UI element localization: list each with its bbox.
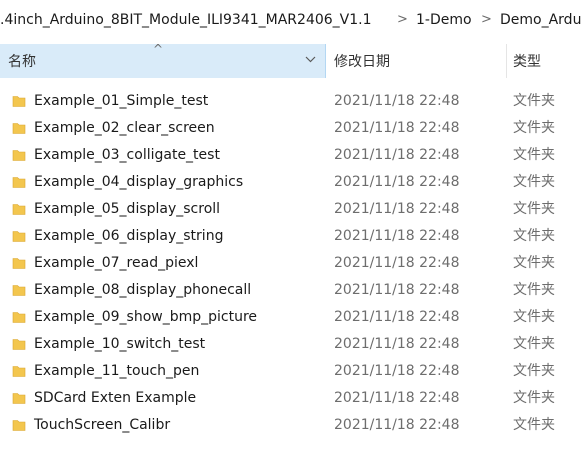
file-type: 文件夹 [513,255,555,271]
list-item[interactable]: Example_07_read_piexl 2021/11/18 22:48 文… [0,250,581,277]
file-date: 2021/11/18 22:48 [334,201,460,217]
file-type: 文件夹 [513,93,555,109]
folder-icon [12,339,26,350]
file-date: 2021/11/18 22:48 [334,255,460,271]
file-type: 文件夹 [513,174,555,190]
file-date: 2021/11/18 22:48 [334,309,460,325]
folder-icon [12,393,26,404]
file-name: Example_02_clear_screen [34,120,215,136]
folder-icon [12,150,26,161]
folder-icon [12,204,26,215]
breadcrumb-separator[interactable]: > [397,0,408,40]
file-name: Example_03_colligate_test [34,147,220,163]
column-header-date-label: 修改日期 [334,54,390,70]
list-item[interactable]: Example_03_colligate_test 2021/11/18 22:… [0,142,581,169]
file-type: 文件夹 [513,309,555,325]
folder-icon [12,177,26,188]
column-header-date[interactable]: 修改日期 [326,44,506,78]
file-name: Example_01_Simple_test [34,93,209,109]
file-name: Example_07_read_piexl [34,255,199,271]
file-date: 2021/11/18 22:48 [334,93,460,109]
folder-icon [12,312,26,323]
folder-icon [12,420,26,431]
folder-icon [12,285,26,296]
file-name: Example_06_display_string [34,228,224,244]
file-date: 2021/11/18 22:48 [334,363,460,379]
file-date: 2021/11/18 22:48 [334,417,460,433]
file-date: 2021/11/18 22:48 [334,120,460,136]
file-type: 文件夹 [513,363,555,379]
file-name: Example_04_display_graphics [34,174,244,190]
file-type: 文件夹 [513,228,555,244]
list-item[interactable]: Example_05_display_scroll 2021/11/18 22:… [0,196,581,223]
file-type: 文件夹 [513,120,555,136]
folder-icon [12,258,26,269]
file-name: Example_08_display_phonecall [34,282,252,298]
file-date: 2021/11/18 22:48 [334,282,460,298]
column-header-name[interactable]: ^ 名称 [0,42,326,78]
list-item[interactable]: Example_10_switch_test 2021/11/18 22:48 … [0,331,581,358]
file-name: Example_11_touch_pen [34,363,200,379]
folder-icon [12,123,26,134]
breadcrumb: .4inch_Arduino_8BIT_Module_ILI9341_MAR24… [0,0,581,40]
chevron-down-icon[interactable] [305,54,316,68]
list-item[interactable]: Example_04_display_graphics 2021/11/18 2… [0,169,581,196]
breadcrumb-separator[interactable]: > [481,0,492,40]
file-type: 文件夹 [513,390,555,406]
file-date: 2021/11/18 22:48 [334,390,460,406]
list-item[interactable]: Example_01_Simple_test 2021/11/18 22:48 … [0,88,581,115]
file-name: TouchScreen_Calibr [34,417,171,433]
file-name: Example_09_show_bmp_picture [34,309,258,325]
list-item[interactable]: Example_09_show_bmp_picture 2021/11/18 2… [0,304,581,331]
file-name: Example_10_switch_test [34,336,206,352]
breadcrumb-item-demo-arduino[interactable]: Demo_Ardu [500,0,581,40]
sort-up-icon: ^ [153,42,164,56]
file-date: 2021/11/18 22:48 [334,228,460,244]
column-header-name-label: 名称 [8,54,36,70]
breadcrumb-item-demo[interactable]: 1-Demo [416,0,472,40]
file-date: 2021/11/18 22:48 [334,147,460,163]
list-item[interactable]: Example_06_display_string 2021/11/18 22:… [0,223,581,250]
column-header-type-label: 类型 [513,54,541,70]
file-name: Example_05_display_scroll [34,201,221,217]
breadcrumb-item-module[interactable]: .4inch_Arduino_8BIT_Module_ILI9341_MAR24… [0,0,372,40]
file-type: 文件夹 [513,147,555,163]
list-item[interactable]: Example_08_display_phonecall 2021/11/18 … [0,277,581,304]
file-date: 2021/11/18 22:48 [334,336,460,352]
file-type: 文件夹 [513,201,555,217]
list-item[interactable]: Example_02_clear_screen 2021/11/18 22:48… [0,115,581,142]
list-item[interactable]: Example_11_touch_pen 2021/11/18 22:48 文件… [0,358,581,385]
file-date: 2021/11/18 22:48 [334,174,460,190]
folder-icon [12,231,26,242]
folder-icon [12,96,26,107]
column-header-type[interactable]: 类型 [507,44,581,78]
list-item[interactable]: SDCard Exten Example 2021/11/18 22:48 文件… [0,385,581,412]
file-type: 文件夹 [513,282,555,298]
folder-icon [12,366,26,377]
column-header-row: ^ 名称 修改日期 类型 [0,42,581,78]
file-type: 文件夹 [513,336,555,352]
file-name: SDCard Exten Example [34,390,197,406]
list-item[interactable]: TouchScreen_Calibr 2021/11/18 22:48 文件夹 [0,412,581,439]
file-type: 文件夹 [513,417,555,433]
